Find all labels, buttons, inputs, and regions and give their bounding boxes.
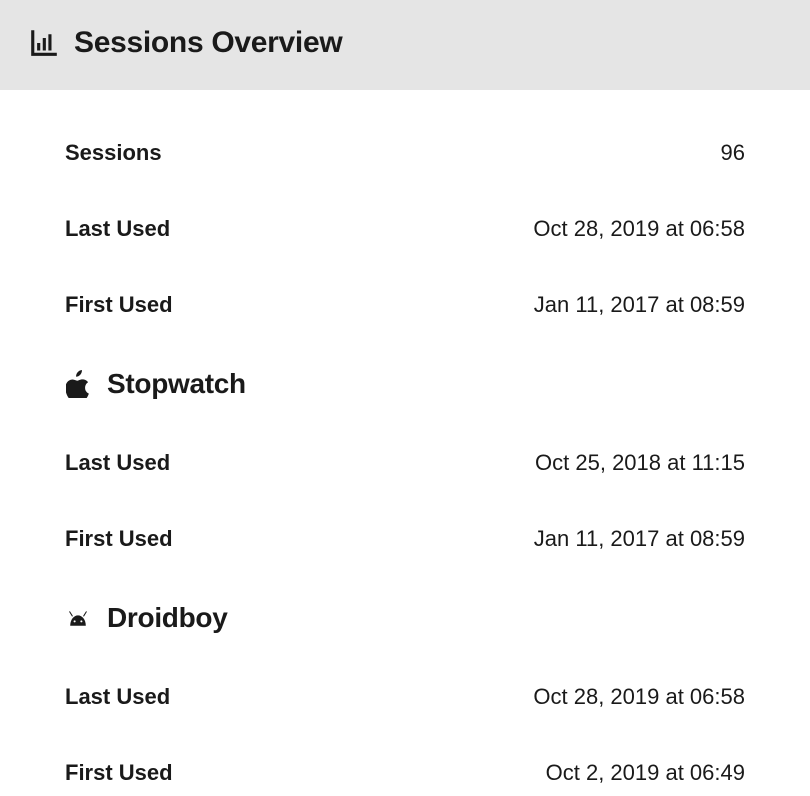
stat-value: Oct 2, 2019 at 06:49 bbox=[546, 760, 745, 786]
panel-header: Sessions Overview bbox=[0, 0, 810, 90]
app-stat-row-first-used: First Used Oct 2, 2019 at 06:49 bbox=[65, 760, 745, 786]
app-stat-row-first-used: First Used Jan 11, 2017 at 08:59 bbox=[65, 526, 745, 602]
stat-label: Last Used bbox=[65, 216, 170, 242]
stat-label: Last Used bbox=[65, 684, 170, 710]
stat-value: Jan 11, 2017 at 08:59 bbox=[534, 526, 745, 552]
stat-value: Oct 25, 2018 at 11:15 bbox=[535, 450, 745, 476]
stat-value: Jan 11, 2017 at 08:59 bbox=[534, 292, 745, 318]
stat-label: Sessions bbox=[65, 140, 162, 166]
android-icon bbox=[65, 605, 91, 631]
stat-label: First Used bbox=[65, 292, 173, 318]
stat-label: First Used bbox=[65, 526, 173, 552]
sessions-content[interactable]: Sessions 96 Last Used Oct 28, 2019 at 06… bbox=[0, 90, 810, 786]
bar-chart-icon bbox=[28, 27, 60, 59]
page-title: Sessions Overview bbox=[74, 26, 342, 60]
apple-icon bbox=[65, 371, 91, 397]
stat-label: First Used bbox=[65, 760, 173, 786]
app-stat-row-last-used: Last Used Oct 28, 2019 at 06:58 bbox=[65, 684, 745, 760]
app-stat-row-last-used: Last Used Oct 25, 2018 at 11:15 bbox=[65, 450, 745, 526]
stat-value: Oct 28, 2019 at 06:58 bbox=[533, 684, 745, 710]
app-header-stopwatch: Stopwatch bbox=[65, 368, 745, 450]
stat-value: 96 bbox=[721, 140, 745, 166]
app-name: Droidboy bbox=[107, 602, 227, 634]
stat-row-last-used: Last Used Oct 28, 2019 at 06:58 bbox=[65, 216, 745, 292]
stat-row-sessions: Sessions 96 bbox=[65, 140, 745, 216]
stat-row-first-used: First Used Jan 11, 2017 at 08:59 bbox=[65, 292, 745, 368]
stat-label: Last Used bbox=[65, 450, 170, 476]
stat-value: Oct 28, 2019 at 06:58 bbox=[533, 216, 745, 242]
app-header-droidboy: Droidboy bbox=[65, 602, 745, 684]
app-name: Stopwatch bbox=[107, 368, 246, 400]
